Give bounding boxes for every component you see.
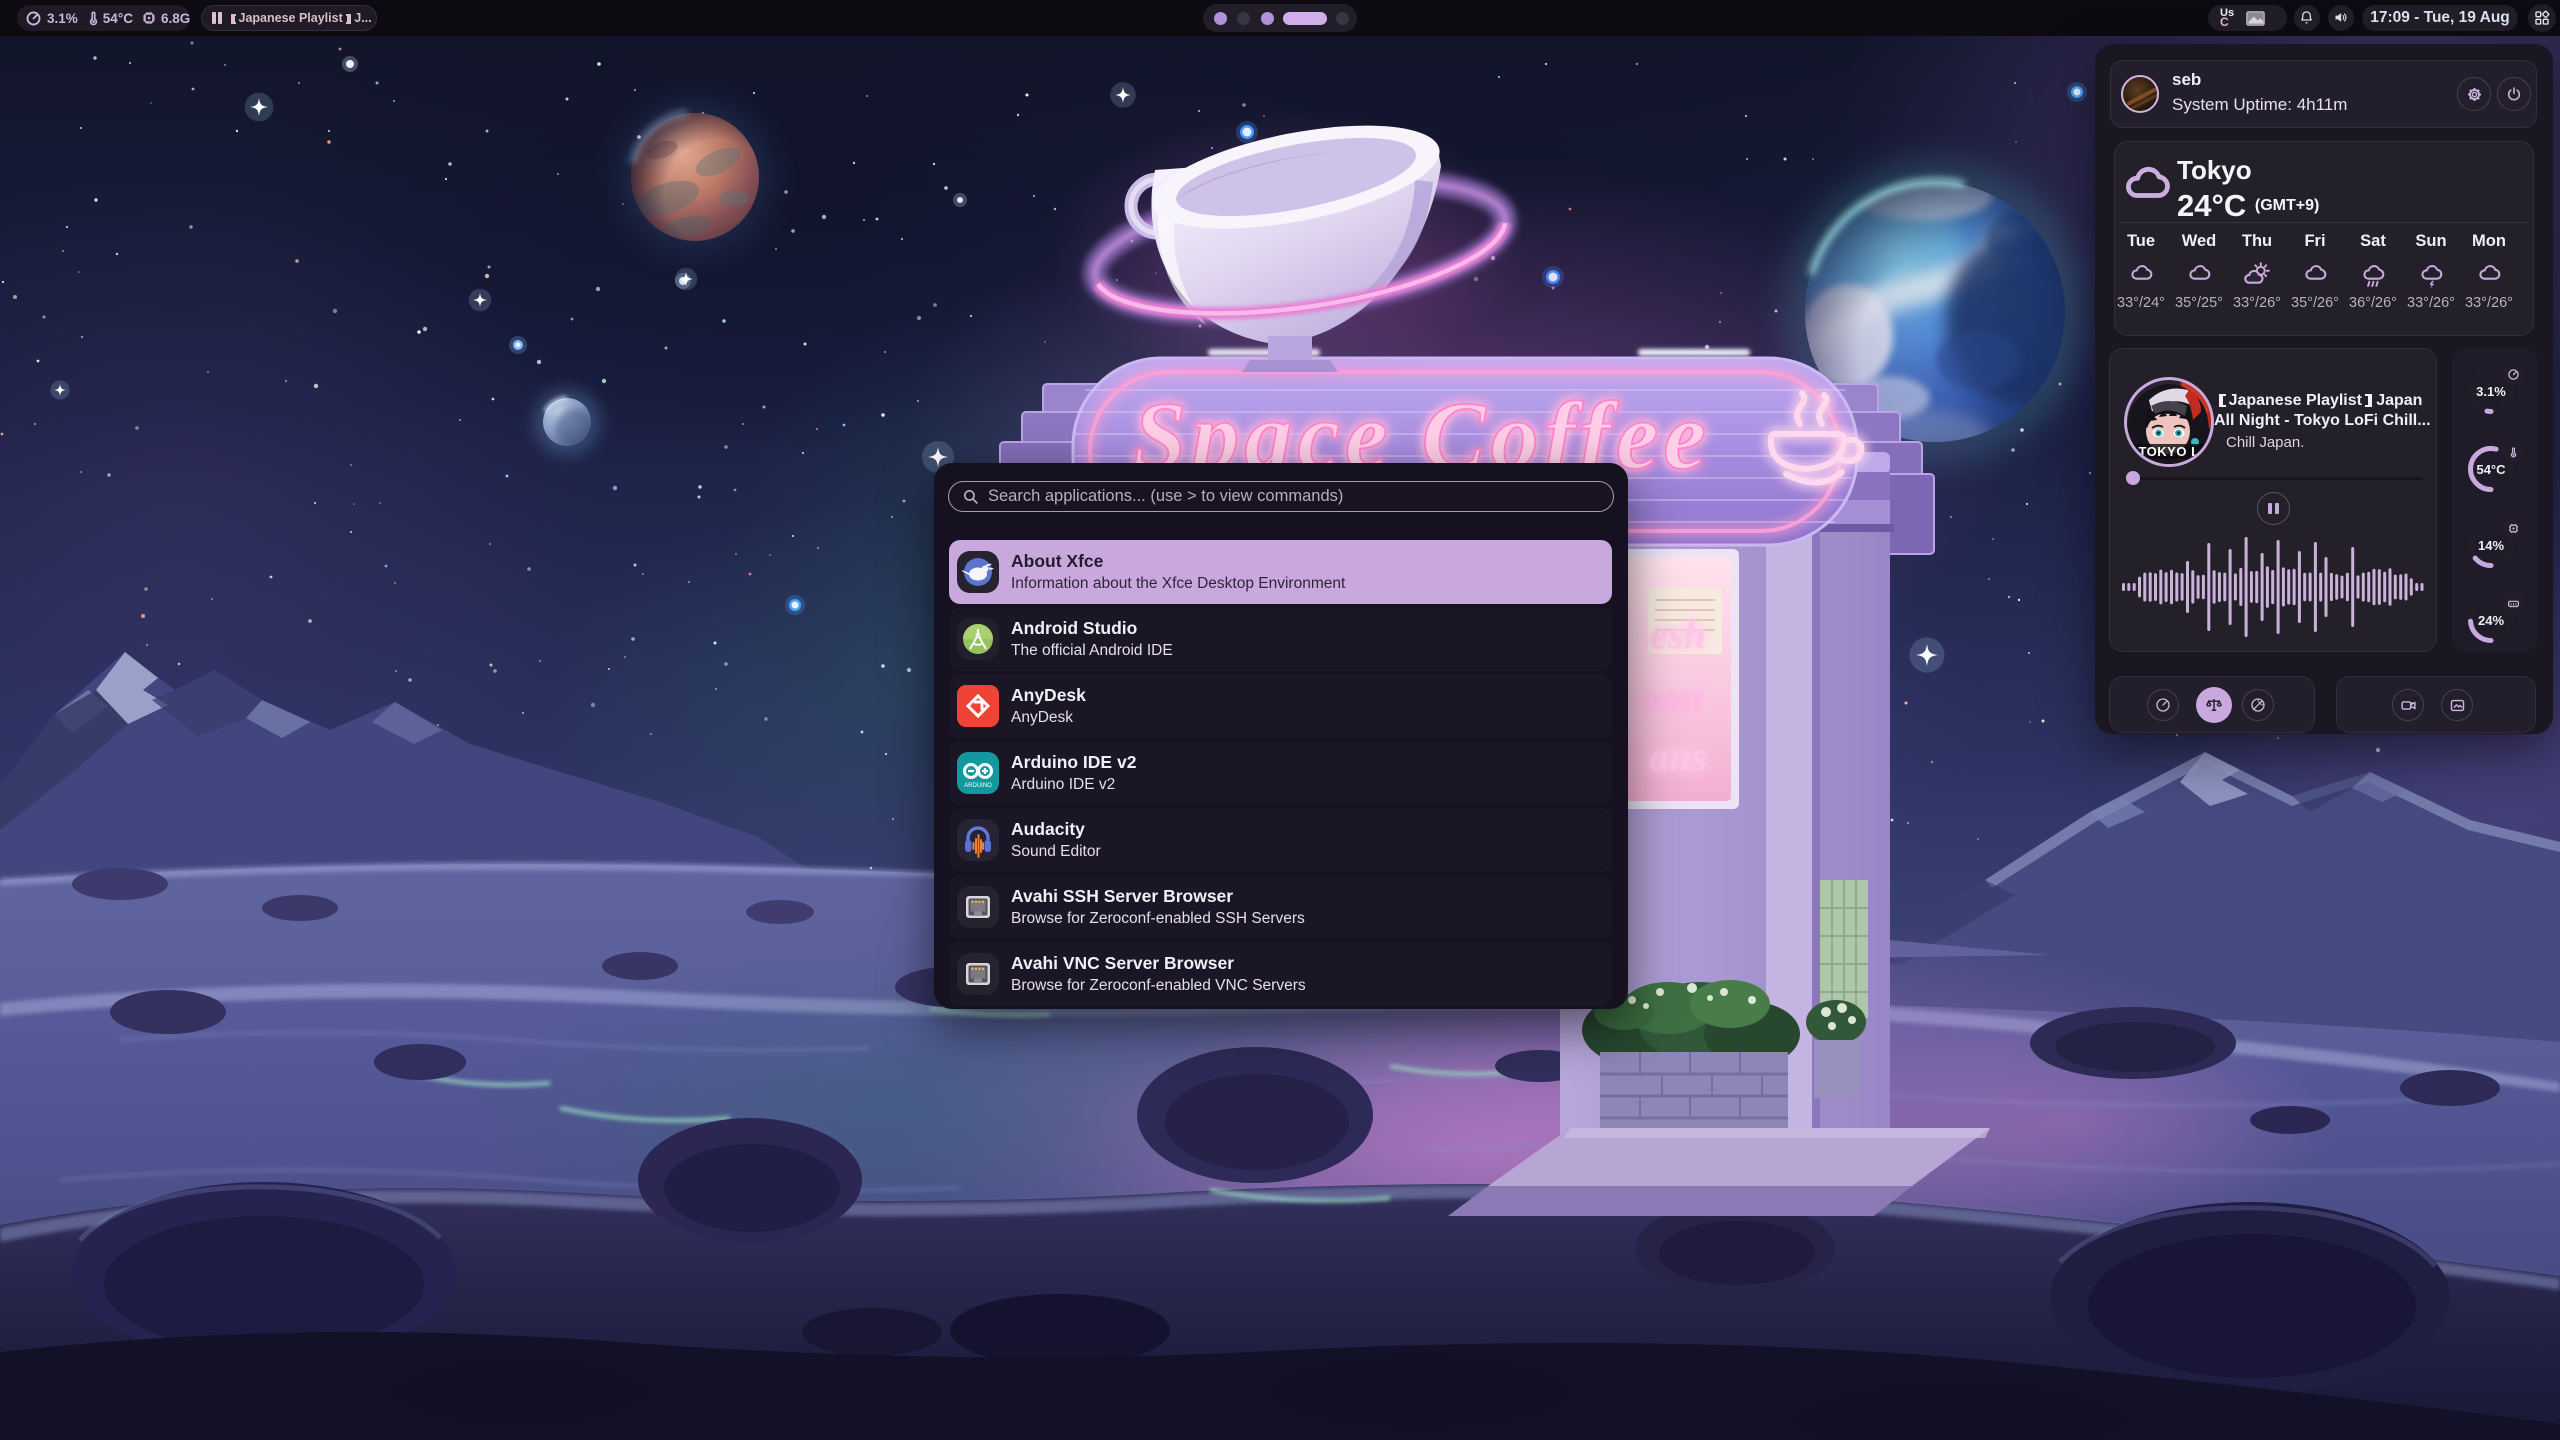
- svg-text:ARDUINO: ARDUINO: [964, 783, 992, 789]
- svg-text:ans: ans: [1649, 734, 1707, 779]
- svg-text:oon: oon: [1641, 676, 1703, 721]
- svg-text:esh: esh: [1650, 612, 1706, 657]
